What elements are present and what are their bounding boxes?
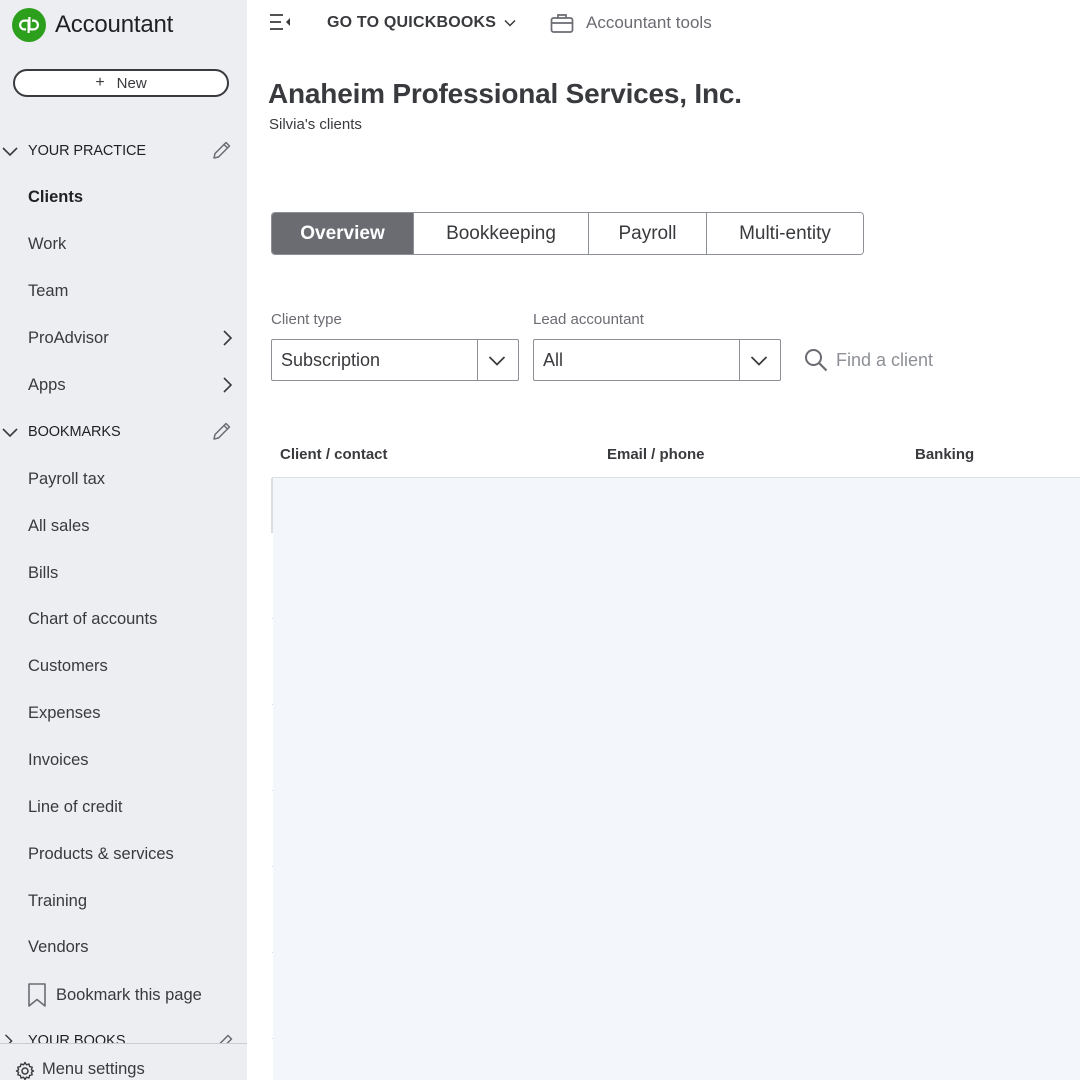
sidebar-item-label: Invoices (28, 750, 89, 769)
accountant-tools-label: Accountant tools (586, 13, 712, 32)
sidebar-item-chart-of-accounts[interactable]: Chart of accounts (0, 601, 247, 637)
lead-accountant-select[interactable]: All (533, 339, 781, 381)
sidebar-item-training[interactable]: Training (0, 883, 247, 919)
sidebar-item-label: Team (28, 281, 69, 300)
bookmark-this-page[interactable]: Bookmark this page (0, 977, 247, 1013)
select-divider (477, 340, 478, 380)
sidebar-item-customers[interactable]: Customers (0, 648, 247, 684)
page-title: Anaheim Professional Services, Inc. (268, 78, 742, 109)
section-bookmarks[interactable]: BOOKMARKS (0, 417, 247, 447)
chevron-down-icon (504, 19, 516, 27)
tab-multi-entity[interactable]: Multi-entity (707, 213, 863, 254)
briefcase-icon (550, 14, 574, 33)
tab-overview[interactable]: Overview (272, 213, 414, 254)
chevron-down-icon (2, 147, 18, 157)
select-divider (739, 340, 740, 380)
gear-icon (15, 1061, 35, 1080)
client-type-label: Client type (271, 311, 342, 328)
sidebar-item-label: Customers (28, 656, 108, 675)
chevron-down-icon (488, 356, 506, 366)
chevron-down-icon (750, 356, 768, 366)
sidebar-item-label: Products & services (28, 844, 174, 863)
row-divider (272, 866, 273, 867)
page-subtitle: Silvia's clients (269, 116, 362, 133)
sidebar-item-label: Bills (28, 563, 59, 582)
client-table-body (273, 478, 1080, 1080)
pencil-icon[interactable] (211, 420, 233, 442)
section-your-practice-title: YOUR PRACTICE (28, 143, 146, 159)
section-your-practice[interactable]: YOUR PRACTICE (0, 136, 247, 166)
sidebar-item-label: Payroll tax (28, 469, 106, 488)
sidebar: Accountant + New YOUR PRACTICE Clients W… (0, 0, 247, 1080)
sidebar-item-label: Training (28, 891, 87, 910)
sidebar-item-bills[interactable]: Bills (0, 555, 247, 591)
client-type-select[interactable]: Subscription (271, 339, 519, 381)
row-divider (272, 618, 273, 619)
sidebar-item-work[interactable]: Work (0, 226, 247, 262)
search-icon (805, 349, 828, 372)
sidebar-item-label: Line of credit (28, 797, 123, 816)
sidebar-item-label: Vendors (28, 937, 89, 956)
accountant-tools-button[interactable]: Accountant tools (550, 0, 712, 46)
column-header-client-contact[interactable]: Client / contact (280, 446, 388, 463)
sidebar-item-all-sales[interactable]: All sales (0, 508, 247, 544)
section-bookmarks-title: BOOKMARKS (28, 424, 121, 440)
app-logo[interactable]: Accountant (12, 8, 173, 42)
sidebar-item-line-of-credit[interactable]: Line of credit (0, 789, 247, 825)
sidebar-item-label: ProAdvisor (28, 328, 109, 347)
go-to-quickbooks-menu[interactable]: GO TO QUICKBOOKS (327, 0, 516, 46)
lead-accountant-label: Lead accountant (533, 311, 644, 328)
plus-icon: + (95, 74, 105, 91)
section-your-books[interactable]: YOUR BOOKS (0, 1030, 247, 1044)
row-divider (272, 790, 273, 791)
bookmark-icon (28, 983, 46, 1007)
find-client-search[interactable]: Find a client (804, 345, 933, 375)
chevron-right-icon (223, 377, 233, 393)
search-input[interactable]: Find a client (836, 350, 933, 371)
tab-bookkeeping[interactable]: Bookkeeping (414, 213, 589, 254)
menu-settings[interactable]: Menu settings (0, 1043, 247, 1080)
client-tabs: Overview Bookkeeping Payroll Multi-entit… (271, 212, 864, 255)
go-to-quickbooks-label: GO TO QUICKBOOKS (327, 14, 497, 31)
bookmark-this-page-label: Bookmark this page (56, 985, 202, 1004)
sidebar-item-team[interactable]: Team (0, 273, 247, 309)
quickbooks-logo-icon (12, 8, 46, 42)
app-title: Accountant (55, 11, 174, 38)
menu-settings-label: Menu settings (42, 1060, 145, 1078)
sidebar-item-apps[interactable]: Apps (0, 367, 247, 403)
sidebar-item-label: Clients (28, 187, 84, 206)
column-header-email-phone[interactable]: Email / phone (607, 446, 705, 463)
sidebar-item-proadvisor[interactable]: ProAdvisor (0, 320, 247, 356)
sidebar-item-expenses[interactable]: Expenses (0, 695, 247, 731)
sidebar-item-label: All sales (28, 516, 90, 535)
client-type-value: Subscription (281, 350, 381, 370)
new-button[interactable]: + New (13, 69, 229, 97)
row-divider (272, 952, 273, 953)
chevron-down-icon (2, 428, 18, 438)
sidebar-item-label: Expenses (28, 703, 101, 722)
chevron-right-icon (223, 330, 233, 346)
sidebar-item-invoices[interactable]: Invoices (0, 742, 247, 778)
sidebar-item-vendors[interactable]: Vendors (0, 929, 247, 965)
new-button-label: New (116, 74, 147, 92)
tab-payroll[interactable]: Payroll (589, 213, 707, 254)
row-selection-indicator (271, 478, 273, 533)
sidebar-item-label: Apps (28, 375, 66, 394)
sidebar-item-products-services[interactable]: Products & services (0, 836, 247, 872)
collapse-menu-icon[interactable] (268, 12, 292, 32)
column-header-banking[interactable]: Banking (915, 446, 974, 463)
sidebar-item-label: Work (28, 234, 67, 253)
row-divider (272, 1038, 273, 1039)
lead-accountant-value: All (543, 350, 564, 370)
sidebar-item-clients[interactable]: Clients (0, 179, 247, 215)
row-divider (272, 704, 273, 705)
sidebar-item-payroll-tax[interactable]: Payroll tax (0, 461, 247, 497)
sidebar-item-label: Chart of accounts (28, 609, 158, 628)
pencil-icon[interactable] (211, 139, 233, 161)
